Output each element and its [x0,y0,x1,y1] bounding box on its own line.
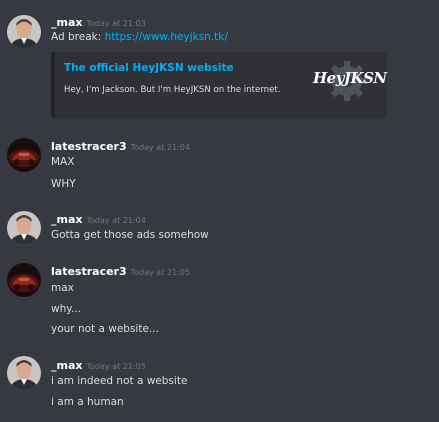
car-avatar-icon [7,138,41,172]
logo-text: HeyJKSN [313,69,387,87]
message-text: i am a human [51,396,124,408]
message-text: your not a website... [51,323,159,335]
message-prefix: Ad break: [51,31,105,43]
timestamp: Today at 21:04 [130,143,190,152]
timestamp: Today at 21:05 [86,362,146,371]
message-text: max [51,282,74,294]
person-avatar-icon [7,15,41,49]
message-text: Gotta get those ads somehow [51,229,209,241]
message-header: latestracer3 Today at 21:04 [51,137,190,153]
avatar-latestracer3[interactable] [7,138,41,172]
message-text: why... [51,303,81,315]
username[interactable]: latestracer3 [51,265,127,278]
avatar-latestracer3[interactable] [7,263,41,297]
timestamp: Today at 21:05 [130,268,190,277]
avatar-max[interactable] [7,356,41,390]
timestamp: Today at 21:04 [86,216,146,225]
person-avatar-icon [7,211,41,245]
username[interactable]: _max [51,16,82,29]
username[interactable]: _max [51,213,82,226]
link-embed: The official HeyJKSN website Hey, I'm Ja… [51,52,387,118]
avatar-max[interactable] [7,211,41,245]
message-header: _max Today at 21:05 [51,356,146,372]
person-avatar-icon [7,356,41,390]
message-text: Ad break: https://www.heyjksn.tk/ [51,29,228,45]
avatar-max[interactable] [7,15,41,49]
embed-thumbnail[interactable]: HeyJKSN [309,58,387,106]
message-text: i am indeed not a website [51,375,188,387]
message-text: WHY [51,178,76,190]
username[interactable]: _max [51,359,82,372]
message-header: _max Today at 21:04 [51,210,146,226]
embed-title[interactable]: The official HeyJKSN website [64,62,234,74]
username[interactable]: latestracer3 [51,140,127,153]
message-header: _max Today at 21:03 [51,13,146,29]
chat-message-list: _max Today at 21:03 Ad break: https://www… [0,0,439,422]
message-text: MAX [51,156,75,168]
message-header: latestracer3 Today at 21:05 [51,262,190,278]
message-link[interactable]: https://www.heyjksn.tk/ [105,31,228,43]
embed-description: Hey, I'm Jackson. But I'm HeyJKSN on the… [64,85,281,95]
car-avatar-icon [7,263,41,297]
timestamp: Today at 21:03 [86,19,146,28]
